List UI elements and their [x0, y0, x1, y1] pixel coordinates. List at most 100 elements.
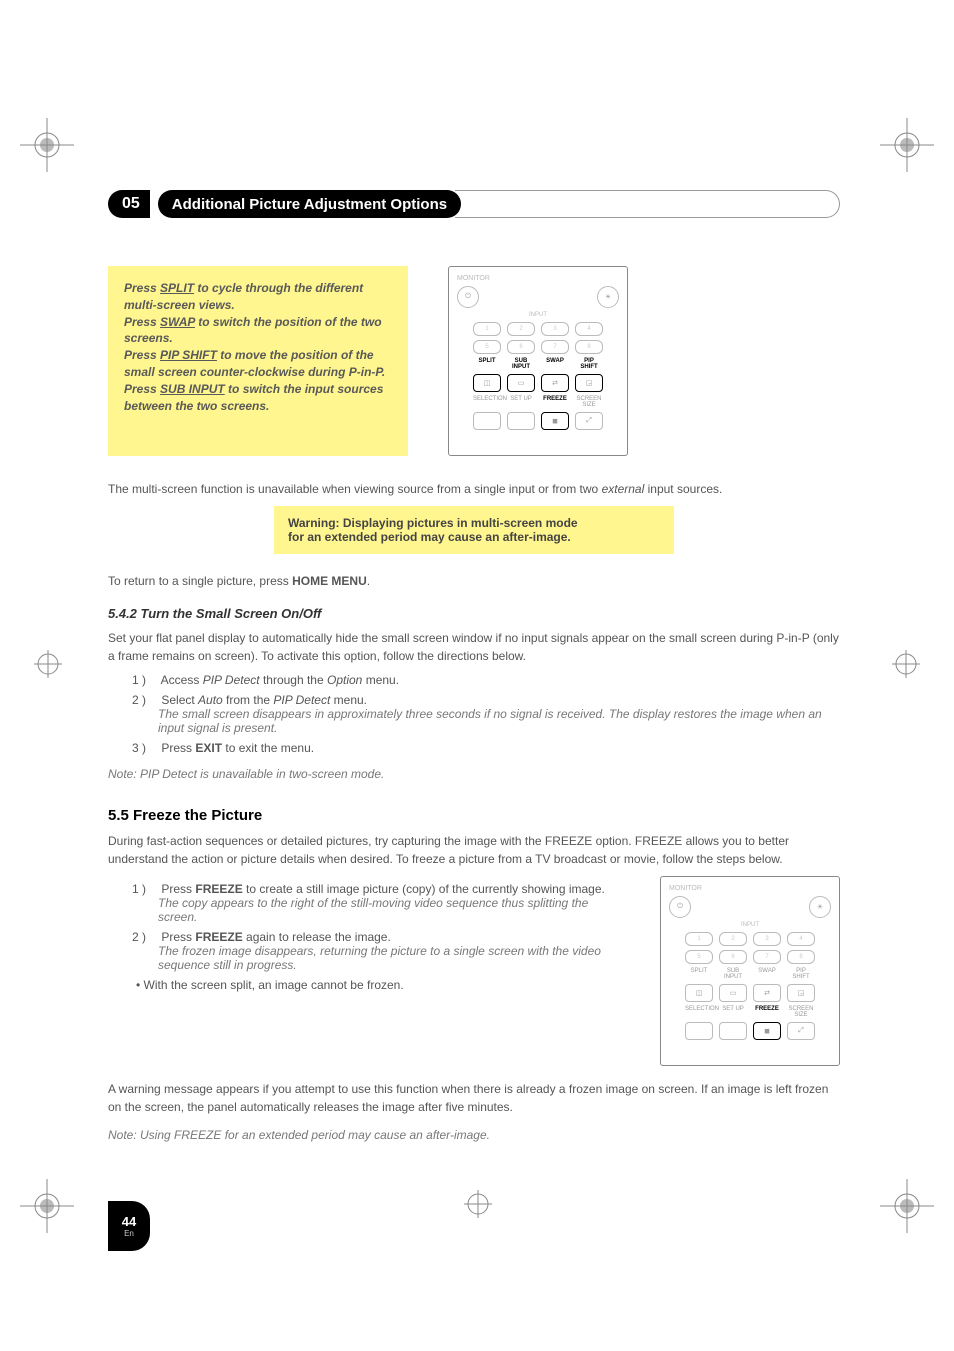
remote-label-selection: SELECTION — [685, 1006, 713, 1018]
print-reg-mark-tr — [880, 118, 934, 172]
callout-text: Press — [124, 315, 160, 329]
step-subtext: The frozen image disappears, returning t… — [132, 944, 620, 972]
pipshift-icon: ◲ — [787, 984, 815, 1002]
callout-key-pipshift: PIP SHIFT — [160, 348, 217, 362]
text-homemmenu: HOME MENU — [292, 574, 367, 588]
selection-icon — [473, 412, 501, 430]
text: Select — [161, 693, 198, 707]
split-icon: ◫ — [473, 374, 501, 392]
step-item: 2 ) Select Auto from the PIP Detect menu… — [132, 693, 840, 735]
warning-box: Warning: Displaying pictures in multi-sc… — [274, 506, 674, 554]
heading-55: 5.5 Freeze the Picture — [108, 807, 840, 824]
text: Press — [161, 930, 195, 944]
callout-box-multiscreen: Press SPLIT to cycle through the differe… — [108, 266, 408, 456]
remote-num-btn: 2 — [507, 322, 535, 336]
text: again to release the image. — [243, 930, 391, 944]
freeze-icon: ◼ — [753, 1022, 781, 1040]
callout-key-subinput: SUB INPUT — [160, 382, 225, 396]
text-italic: PIP Detect — [273, 693, 330, 707]
freeze-icon: ◼ — [541, 412, 569, 430]
note-55: Note: Using FREEZE for an extended perio… — [108, 1128, 840, 1142]
page-lang: En — [124, 1229, 134, 1238]
remote-num-btn: 2 — [719, 932, 747, 946]
steps-542: 1 ) Access PIP Detect through the Option… — [108, 673, 840, 755]
page-number: 44 — [122, 1214, 136, 1229]
remote-label-pip: PIP SHIFT — [787, 968, 815, 980]
remote-num-btn: 1 — [685, 932, 713, 946]
remote-label-swap: SWAP — [541, 358, 569, 370]
text: input sources. — [644, 482, 722, 496]
remote-label-freeze: FREEZE — [541, 396, 569, 408]
remote-num-btn: 5 — [473, 340, 501, 354]
text: menu. — [330, 693, 367, 707]
text-italic: Option — [327, 673, 362, 687]
remote-num-btn: 3 — [753, 932, 781, 946]
remote-num-btn: 8 — [575, 340, 603, 354]
print-cross-bottom — [464, 1190, 492, 1223]
paragraph-55-intro: During fast-action sequences or detailed… — [108, 832, 840, 868]
remote-label-size: SCREEN SIZE — [787, 1006, 815, 1018]
remote-title: MONITOR — [669, 885, 831, 892]
remote-label-freeze: FREEZE — [753, 1006, 781, 1018]
text: . — [367, 574, 370, 588]
print-reg-mark-bl — [20, 1179, 74, 1233]
remote-diagram-freeze: MONITOR ⏻ ☀ INPUT 1 2 3 4 5 6 7 8 — [660, 876, 840, 1066]
remote-title: MONITOR — [457, 275, 619, 282]
step-number: 2 ) — [132, 930, 158, 944]
remote-input-label: INPUT — [669, 922, 831, 928]
chapter-number-badge: 05 — [108, 190, 150, 218]
step-item: 1 ) Press FREEZE to create a still image… — [132, 882, 620, 924]
setup-icon — [719, 1022, 747, 1040]
text-italic: Auto — [198, 693, 223, 707]
page-number-badge: 44 En — [108, 1201, 150, 1251]
remote-num-btn: 8 — [787, 950, 815, 964]
step-number: 2 ) — [132, 693, 158, 707]
remote-label-setup: SET UP — [507, 396, 535, 408]
remote-num-btn: 4 — [787, 932, 815, 946]
chapter-header: 05 Additional Picture Adjustment Options — [108, 190, 840, 218]
step-bullet: • With the screen split, an image cannot… — [132, 978, 620, 992]
remote-num-btn: 1 — [473, 322, 501, 336]
remote-label-pip: PIP SHIFT — [575, 358, 603, 370]
print-reg-mark-tl — [20, 118, 74, 172]
warning-line: for an extended period may cause an afte… — [288, 530, 660, 544]
chapter-title: Additional Picture Adjustment Options — [158, 190, 461, 218]
swap-icon: ⇄ — [541, 374, 569, 392]
text: To return to a single picture, press — [108, 574, 292, 588]
step-number: 3 ) — [132, 741, 158, 755]
remote-num-btn: 6 — [719, 950, 747, 964]
header-rule — [455, 190, 840, 218]
text: Press — [161, 741, 195, 755]
text-exit: EXIT — [195, 741, 222, 755]
remote-label-setup: SET UP — [719, 1006, 747, 1018]
remote-label-split: SPLIT — [473, 358, 501, 370]
text-italic: external — [602, 482, 645, 496]
step-number: 1 ) — [132, 673, 158, 687]
remote-label-selection: SELECTION — [473, 396, 501, 408]
split-icon: ◫ — [685, 984, 713, 1002]
note-542: Note: PIP Detect is unavailable in two-s… — [108, 767, 840, 781]
heading-542: 5.4.2 Turn the Small Screen On/Off — [108, 606, 840, 621]
light-icon: ☀ — [809, 896, 831, 918]
text: The multi-screen function is unavailable… — [108, 482, 602, 496]
paragraph-freeze-warning: A warning message appears if you attempt… — [108, 1080, 840, 1116]
remote-diagram-multiscreen: MONITOR ⏻ ☀ INPUT 1 2 3 4 5 6 7 8 — [448, 266, 628, 456]
text-freeze: FREEZE — [195, 882, 242, 896]
callout-text: Press — [124, 382, 160, 396]
text: to create a still image picture (copy) o… — [243, 882, 605, 896]
size-icon: ⤢ — [575, 412, 603, 430]
swap-icon: ⇄ — [753, 984, 781, 1002]
text: menu. — [362, 673, 399, 687]
text: Access — [161, 673, 203, 687]
warning-line: Warning: Displaying pictures in multi-sc… — [288, 516, 660, 530]
steps-55: 1 ) Press FREEZE to create a still image… — [108, 882, 620, 992]
remote-num-btn: 7 — [753, 950, 781, 964]
remote-label-size: SCREEN SIZE — [575, 396, 603, 408]
callout-key-swap: SWAP — [160, 315, 195, 329]
size-icon: ⤢ — [787, 1022, 815, 1040]
step-subtext: The small screen disappears in approxima… — [132, 707, 840, 735]
remote-label-split: SPLIT — [685, 968, 713, 980]
remote-num-btn: 3 — [541, 322, 569, 336]
pipshift-icon: ◲ — [575, 374, 603, 392]
remote-num-btn: 7 — [541, 340, 569, 354]
